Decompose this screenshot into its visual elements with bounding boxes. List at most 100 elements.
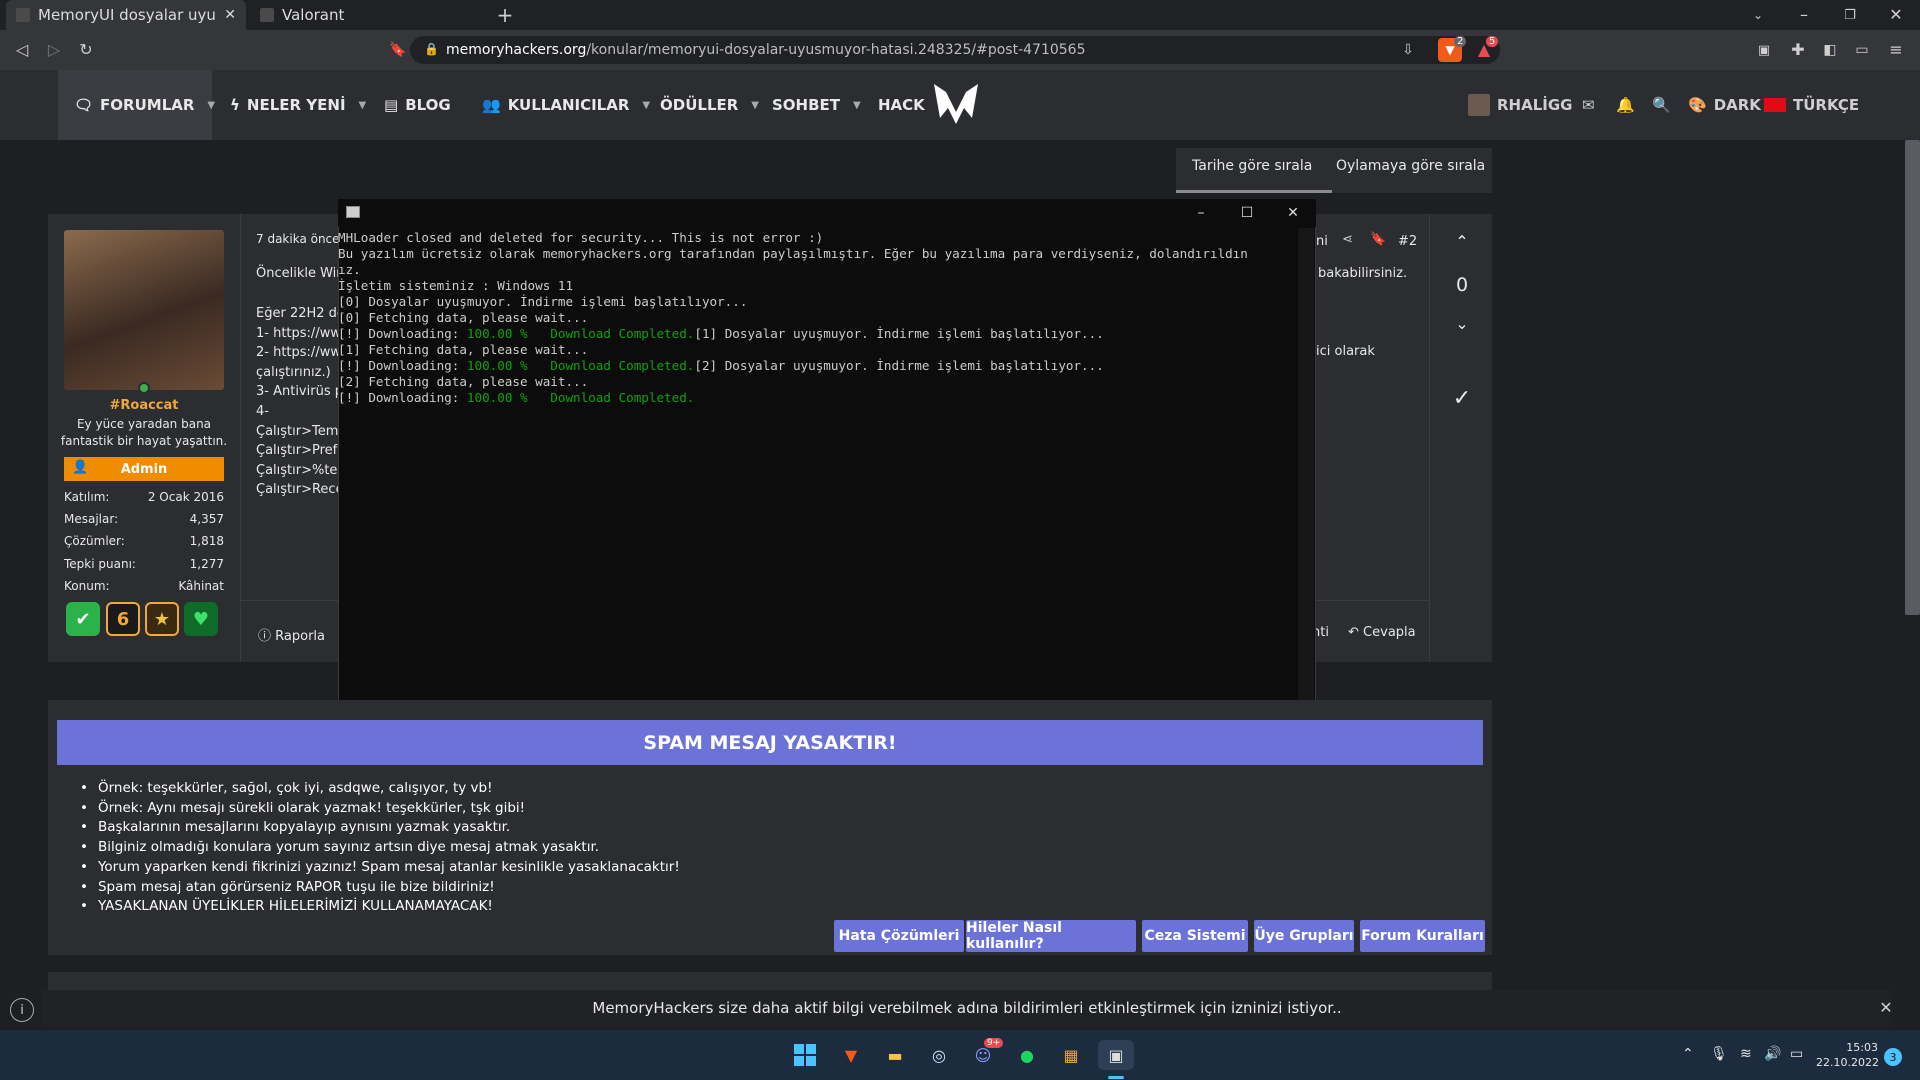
- bookmark-icon[interactable]: 🔖: [388, 40, 408, 60]
- console-maximize-icon[interactable]: ☐: [1224, 199, 1270, 227]
- page-scrollbar[interactable]: [1905, 140, 1920, 615]
- close-window-icon[interactable]: ✕: [1886, 6, 1906, 24]
- heart-trophy-icon[interactable]: ♥: [184, 602, 218, 636]
- menu-icon[interactable]: ≡: [1886, 40, 1906, 60]
- post-number[interactable]: #2: [1398, 234, 1417, 249]
- bell-icon[interactable]: 🔔: [1616, 70, 1635, 140]
- upvote-icon[interactable]: ⌃: [1444, 232, 1480, 251]
- back-icon[interactable]: ◁: [12, 40, 32, 60]
- winrar-icon[interactable]: ▦: [1056, 1040, 1086, 1070]
- volume-icon[interactable]: 🔊: [1764, 1046, 1781, 1062]
- tab-title: MemoryUI dosyalar uyuşm: [38, 6, 216, 24]
- post-line: çalıştırınız.): [256, 365, 331, 380]
- steam-icon[interactable]: ◎: [924, 1040, 954, 1070]
- reload-icon[interactable]: ↻: [76, 40, 96, 60]
- user-shield-icon: 👤: [72, 460, 89, 475]
- user-menu[interactable]: RHALİGG: [1468, 70, 1572, 140]
- post-time[interactable]: 7 dakika önce: [256, 232, 340, 246]
- penalty-system-button[interactable]: Ceza Sistemi: [1142, 920, 1248, 952]
- info-icon[interactable]: i: [10, 998, 34, 1022]
- post-line: 3- Antivirüs p: [256, 384, 343, 399]
- nav-blog[interactable]: ▤ BLOG: [384, 70, 451, 140]
- spotify-icon[interactable]: ●: [1012, 1040, 1042, 1070]
- close-tab-icon[interactable]: ✕: [224, 7, 236, 23]
- nav-hack[interactable]: HACK: [878, 70, 925, 140]
- nav-label: SOHBET: [772, 96, 841, 114]
- site-favicon-icon: [16, 8, 30, 22]
- bookmark-post-icon[interactable]: 🔖: [1370, 232, 1386, 247]
- brave-browser-icon[interactable]: ▼: [836, 1040, 866, 1070]
- downvote-icon[interactable]: ⌄: [1444, 314, 1480, 333]
- users-icon: 👥: [482, 96, 501, 114]
- new-tab-icon[interactable]: +: [494, 4, 516, 26]
- battery-icon[interactable]: ▭: [1790, 1046, 1803, 1062]
- member-groups-button[interactable]: Üye Grupları: [1254, 920, 1354, 952]
- star-trophy-icon[interactable]: ★: [145, 602, 179, 636]
- address-bar[interactable]: 🔒 memoryhackers.org/konular/memoryui-dos…: [410, 36, 1500, 64]
- vpn-icon[interactable]: ▣: [1754, 40, 1774, 60]
- chevron-down-icon: ▼: [853, 99, 861, 111]
- search-icon[interactable]: 🔍: [1652, 70, 1671, 140]
- nav-neler-yeni[interactable]: ϟ NELER YENİ ▼: [230, 70, 366, 140]
- console-window[interactable]: [338, 199, 1316, 709]
- language-select[interactable]: TÜRKÇE: [1764, 70, 1859, 140]
- wifi-icon[interactable]: ≋: [1740, 1046, 1752, 1062]
- post-line[interactable]: 1- https://ww: [256, 326, 341, 341]
- post-line[interactable]: 2- https://ww: [256, 345, 341, 360]
- next-post-peek: [48, 972, 1492, 990]
- forum-rules-button[interactable]: Forum Kuralları: [1360, 920, 1485, 952]
- post-line: Öncelikle Wir: [256, 266, 342, 281]
- notification-count-badge[interactable]: 3: [1884, 1048, 1902, 1066]
- clock[interactable]: 15:03 22.10.2022: [1816, 1040, 1879, 1070]
- tab-valorant[interactable]: Valorant: [250, 0, 490, 30]
- notification-close-icon[interactable]: ✕: [1876, 998, 1896, 1018]
- sort-by-date[interactable]: Tarihe göre sırala: [1192, 158, 1312, 174]
- nav-sohbet[interactable]: SOHBET ▼: [772, 70, 861, 140]
- nav-label: FORUMLAR: [100, 96, 195, 114]
- file-explorer-icon[interactable]: ▬: [880, 1040, 910, 1070]
- console-titlebar[interactable]: [338, 199, 1316, 227]
- microphone-icon[interactable]: 🎙: [1710, 1046, 1728, 1062]
- tray-overflow-icon[interactable]: ⌃: [1682, 1046, 1694, 1062]
- url-path: /konular/memoryui-dosyalar-uyusmuyor-hat…: [586, 42, 1086, 58]
- author-name[interactable]: #Roaccat: [64, 398, 224, 413]
- forward-icon[interactable]: ▷: [44, 40, 64, 60]
- author-avatar[interactable]: [64, 230, 224, 390]
- memoryhackers-logo[interactable]: [930, 78, 982, 130]
- nav-oduller[interactable]: ÖDÜLLER ▼: [660, 70, 759, 140]
- inbox-icon[interactable]: ✉: [1582, 70, 1595, 140]
- error-solutions-button[interactable]: Hata Çözümleri: [834, 920, 964, 952]
- verified-trophy-icon[interactable]: ✔: [66, 602, 100, 636]
- restore-icon[interactable]: ❐: [1840, 6, 1860, 24]
- rule-item: Örnek: Aynı mesajı sürekli olarak yazmak…: [80, 800, 525, 816]
- theme-label: DARK: [1713, 96, 1761, 114]
- tab-memoryui[interactable]: MemoryUI dosyalar uyuşm ✕: [6, 0, 246, 30]
- active-sort-indicator: [1176, 190, 1332, 193]
- mark-solution-icon[interactable]: ✓: [1444, 386, 1480, 411]
- console-minimize-icon[interactable]: –: [1178, 199, 1224, 227]
- badge-label: Admin: [120, 461, 168, 477]
- avatar: [1468, 94, 1490, 116]
- console-line: [1] Fetching data, please wait...: [338, 342, 589, 357]
- share-icon[interactable]: ⋖: [1342, 232, 1353, 247]
- sort-by-vote[interactable]: Oylamaya göre sırala: [1336, 158, 1485, 174]
- minimize-icon[interactable]: –: [1794, 6, 1814, 24]
- wallet-icon[interactable]: ▭: [1852, 40, 1872, 60]
- report-button[interactable]: ⓘ Raporla: [258, 625, 325, 644]
- console-scrollbar[interactable]: [1298, 228, 1314, 706]
- sidebar-icon[interactable]: ◧: [1820, 40, 1840, 60]
- lock-icon: 🔒: [424, 42, 439, 56]
- discord-badge: 9+: [984, 1038, 1004, 1048]
- extensions-icon[interactable]: ✚: [1788, 40, 1808, 60]
- how-to-use-button[interactable]: Hileler Nasıl kullanılır?: [966, 920, 1136, 952]
- reply-button[interactable]: ↶ Cevapla: [1348, 625, 1416, 640]
- nav-forumlar[interactable]: 🗨 FORUMLAR ▼: [58, 70, 215, 140]
- tab-search-icon[interactable]: ⌄: [1748, 6, 1768, 24]
- year-trophy-icon[interactable]: 6: [106, 602, 140, 636]
- nav-kullanicilar[interactable]: 👥 KULLANICILAR ▼: [482, 70, 650, 140]
- console-taskbar-icon[interactable]: ▣: [1098, 1040, 1134, 1070]
- start-menu-icon[interactable]: [790, 1040, 820, 1070]
- console-close-icon[interactable]: ✕: [1270, 199, 1316, 227]
- theme-toggle[interactable]: 🎨 DARK: [1688, 70, 1761, 140]
- install-app-icon[interactable]: ⇩: [1398, 40, 1418, 60]
